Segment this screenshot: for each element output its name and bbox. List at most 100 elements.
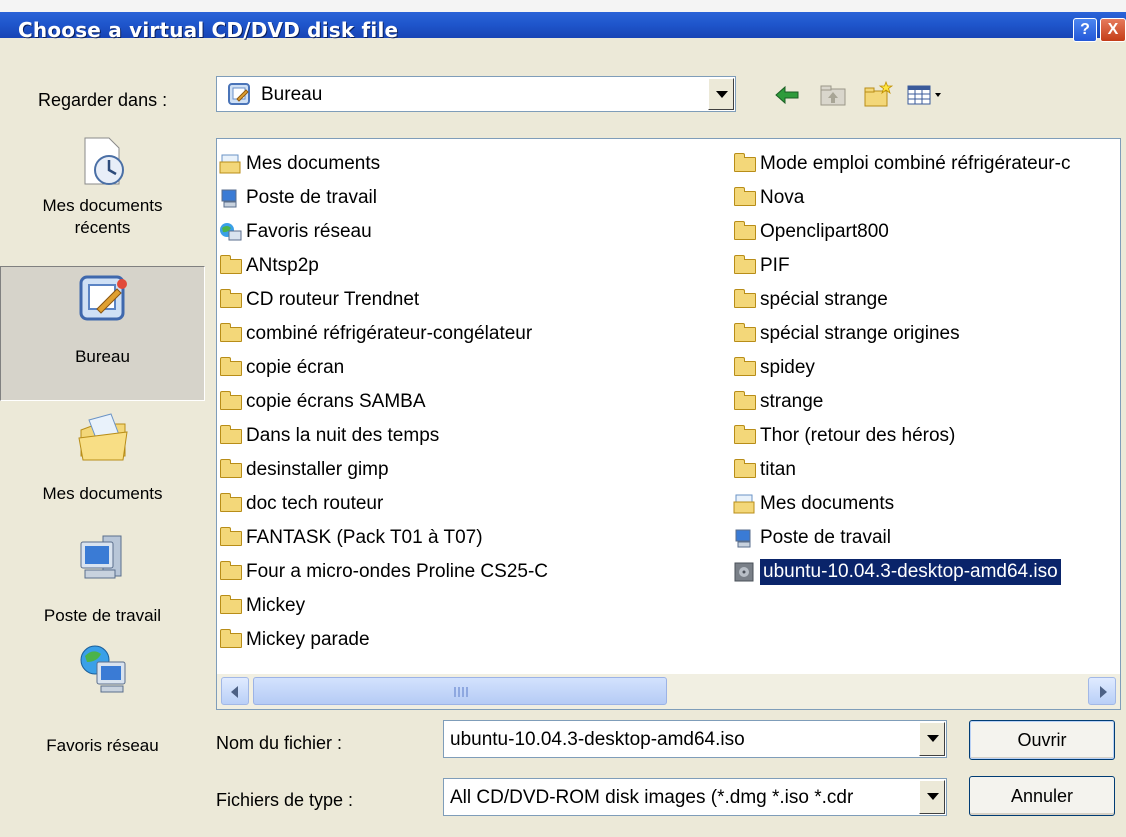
- my-computer-icon: [221, 189, 237, 208]
- view-menu-icon[interactable]: [906, 80, 946, 110]
- list-item[interactable]: Mes documents: [733, 487, 1070, 521]
- place-label: Favoris réseau: [46, 736, 159, 755]
- filename-dropdown-button[interactable]: [919, 722, 945, 756]
- list-item[interactable]: Favoris réseau: [219, 215, 548, 249]
- disk-image-icon: [734, 562, 754, 582]
- folder-icon: [733, 459, 757, 480]
- place-my-documents[interactable]: Mes documents: [0, 410, 205, 520]
- window-title: Choose a virtual CD/DVD disk file: [18, 18, 399, 42]
- desktop-icon: [228, 83, 250, 105]
- close-button[interactable]: X: [1100, 18, 1126, 42]
- my-computer-icon: [735, 529, 751, 548]
- folder-icon: [219, 629, 243, 650]
- back-arrow-icon[interactable]: [772, 80, 802, 110]
- my-documents-icon: [219, 154, 241, 174]
- place-label: Poste de travail: [43, 606, 162, 625]
- folder-icon: [219, 323, 243, 344]
- lookin-value: Bureau: [261, 84, 323, 105]
- folder-icon: [219, 493, 243, 514]
- list-item-selected[interactable]: ubuntu-10.04.3-desktop-amd64.iso: [733, 555, 1070, 589]
- list-item[interactable]: doc tech routeur: [219, 487, 548, 521]
- folder-icon: [219, 425, 243, 446]
- folder-icon: [219, 357, 243, 378]
- list-item[interactable]: Thor (retour des héros): [733, 419, 1070, 453]
- place-label: Mes documents récents: [42, 196, 163, 237]
- scroll-right-icon[interactable]: [1088, 677, 1116, 705]
- help-button[interactable]: ?: [1073, 18, 1097, 42]
- list-item[interactable]: Four a micro-ondes Proline CS25-C: [219, 555, 548, 589]
- folder-icon: [733, 255, 757, 276]
- list-item[interactable]: copie écran: [219, 351, 548, 385]
- desktop-icon: [79, 275, 127, 321]
- place-recent-documents[interactable]: Mes documents récents: [0, 130, 205, 258]
- horizontal-scrollbar[interactable]: [216, 674, 1121, 710]
- folder-icon: [219, 595, 243, 616]
- list-item[interactable]: Mode emploi combiné réfrigérateur-c: [733, 147, 1070, 181]
- my-computer-icon: [80, 535, 121, 579]
- place-label: Bureau: [75, 347, 130, 366]
- place-my-computer[interactable]: Poste de travail: [0, 530, 205, 630]
- folder-icon: [733, 221, 757, 242]
- place-desktop[interactable]: Bureau: [0, 266, 205, 401]
- place-label: Mes documents: [42, 484, 163, 503]
- filename-label: Nom du fichier :: [216, 733, 343, 753]
- title-bar: Choose a virtual CD/DVD disk file ? X: [0, 0, 1126, 42]
- lookin-combo[interactable]: Bureau: [216, 76, 736, 112]
- list-item[interactable]: Poste de travail: [733, 521, 1070, 555]
- scroll-thumb[interactable]: [253, 677, 667, 705]
- list-item[interactable]: spécial strange origines: [733, 317, 1070, 351]
- network-places-icon: [80, 645, 125, 693]
- my-documents-icon: [733, 494, 755, 514]
- filetype-value: All CD/DVD-ROM disk images (*.dmg *.iso …: [450, 787, 854, 808]
- file-dialog: Choose a virtual CD/DVD disk file ? X Re…: [0, 0, 1126, 837]
- network-places-icon: [220, 223, 242, 241]
- list-item[interactable]: Poste de travail: [219, 181, 548, 215]
- list-item[interactable]: ANtsp2p: [219, 249, 548, 283]
- list-item[interactable]: Mickey parade: [219, 623, 548, 657]
- list-item[interactable]: Mes documents: [219, 147, 548, 181]
- up-folder-icon[interactable]: [818, 80, 848, 110]
- file-list[interactable]: Mes documents Poste de travail Favoris r…: [216, 138, 1121, 710]
- list-item[interactable]: Mickey: [219, 589, 548, 623]
- my-documents-icon: [77, 413, 128, 461]
- filetype-dropdown-button[interactable]: [919, 780, 945, 814]
- folder-icon: [733, 323, 757, 344]
- list-item[interactable]: CD routeur Trendnet: [219, 283, 548, 317]
- list-item[interactable]: titan: [733, 453, 1070, 487]
- list-item[interactable]: FANTASK (Pack T01 à T07): [219, 521, 548, 555]
- folder-icon: [733, 187, 757, 208]
- list-item[interactable]: spécial strange: [733, 283, 1070, 317]
- lookin-dropdown-button[interactable]: [708, 78, 734, 110]
- file-column-1: Mes documents Poste de travail Favoris r…: [219, 147, 548, 657]
- new-folder-icon[interactable]: [863, 80, 893, 110]
- place-network[interactable]: Favoris réseau: [0, 640, 205, 760]
- filetype-select[interactable]: All CD/DVD-ROM disk images (*.dmg *.iso …: [443, 778, 947, 816]
- folder-icon: [733, 153, 757, 174]
- folder-icon: [219, 255, 243, 276]
- list-item[interactable]: PIF: [733, 249, 1070, 283]
- filename-value[interactable]: ubuntu-10.04.3-desktop-amd64.iso: [450, 729, 912, 751]
- open-button[interactable]: Ouvrir: [969, 720, 1115, 760]
- folder-icon: [219, 561, 243, 582]
- folder-icon: [733, 425, 757, 446]
- list-item[interactable]: strange: [733, 385, 1070, 419]
- list-item[interactable]: Dans la nuit des temps: [219, 419, 548, 453]
- recent-documents-icon: [84, 137, 124, 185]
- scroll-left-icon[interactable]: [221, 677, 249, 705]
- filename-field[interactable]: ubuntu-10.04.3-desktop-amd64.iso: [443, 720, 947, 758]
- folder-icon: [219, 391, 243, 412]
- folder-icon: [219, 527, 243, 548]
- title-bar-top-strip: [0, 0, 1126, 12]
- folder-icon: [219, 459, 243, 480]
- filetype-label: Fichiers de type :: [216, 790, 354, 810]
- folder-icon: [219, 289, 243, 310]
- list-item[interactable]: Nova: [733, 181, 1070, 215]
- folder-icon: [733, 357, 757, 378]
- list-item[interactable]: copie écrans SAMBA: [219, 385, 548, 419]
- file-column-2: Mode emploi combiné réfrigérateur-c Nova…: [733, 147, 1070, 589]
- list-item[interactable]: desinstaller gimp: [219, 453, 548, 487]
- list-item[interactable]: combiné réfrigérateur-congélateur: [219, 317, 548, 351]
- cancel-button[interactable]: Annuler: [969, 776, 1115, 816]
- list-item[interactable]: Openclipart800: [733, 215, 1070, 249]
- list-item[interactable]: spidey: [733, 351, 1070, 385]
